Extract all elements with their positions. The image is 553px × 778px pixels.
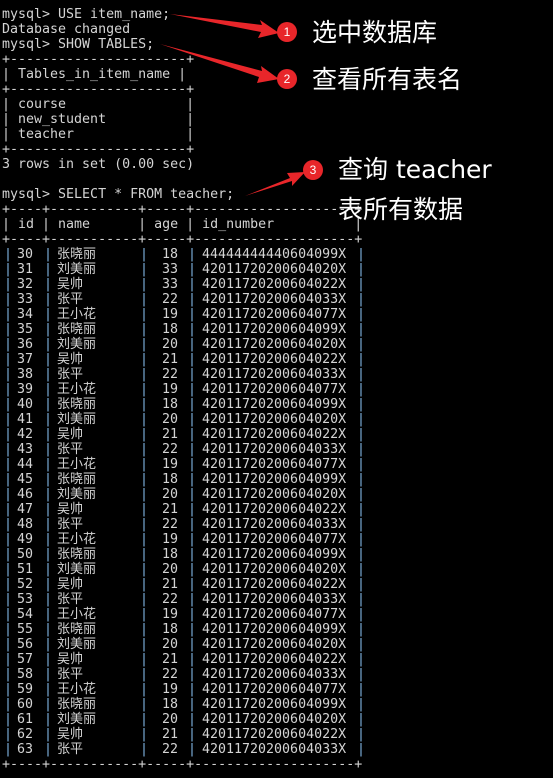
annotation-badge-2: 2 [277, 69, 297, 89]
annotation-badge-3: 3 [303, 160, 323, 180]
arrow-2-icon [160, 44, 279, 83]
annotation-text-1: 选中数据库 [312, 18, 438, 47]
annotation-arrows [160, 14, 305, 196]
annotation-badge-1: 1 [277, 22, 297, 42]
annotation-text-3b: 表所有数据 [338, 195, 464, 224]
annotation-text-2: 查看所有表名 [312, 65, 463, 94]
annotation-text-3: 查询 teacher [338, 155, 492, 184]
arrow-3-icon [245, 172, 305, 196]
arrow-1-icon [170, 14, 279, 38]
